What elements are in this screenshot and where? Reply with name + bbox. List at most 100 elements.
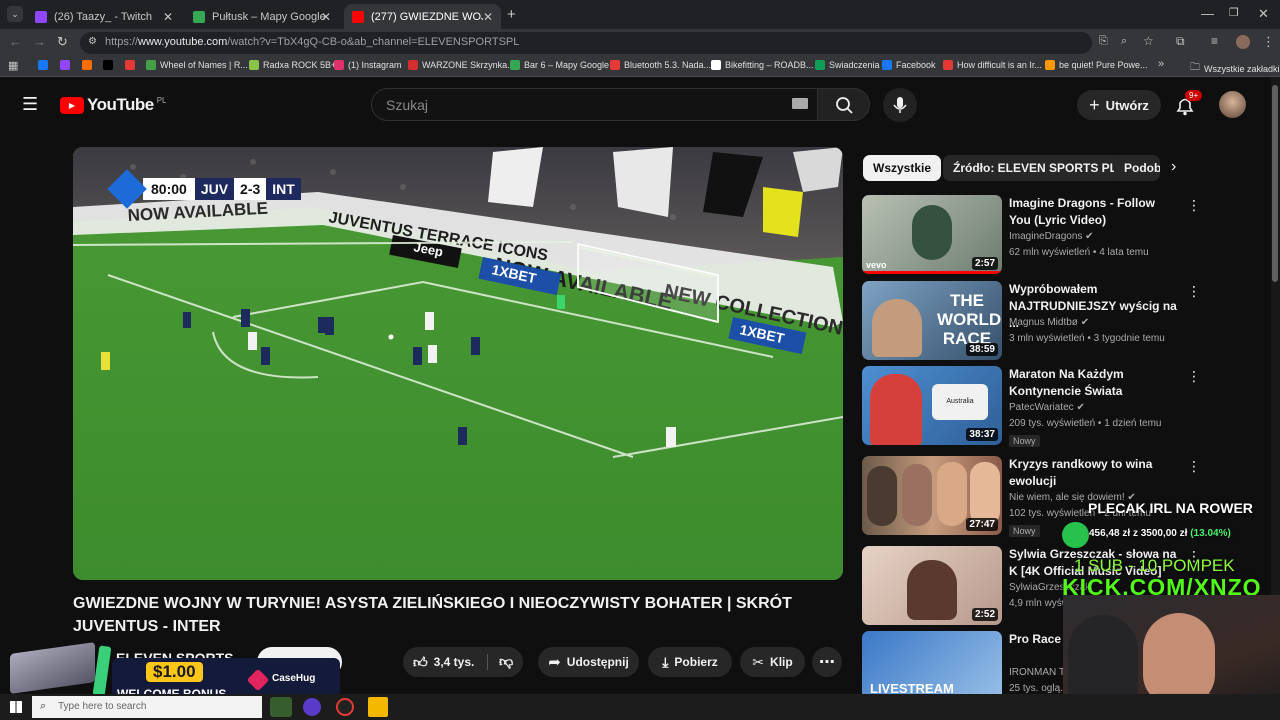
bookmark-label: Wheel of Names | R... (160, 60, 248, 70)
new-tab-icon[interactable]: + (507, 6, 516, 23)
more-bookmarks-icon[interactable]: » (1158, 58, 1164, 70)
bookmark-item[interactable]: Bluetooth 5.3. Nada... (610, 60, 711, 70)
tab-title: Pułtusk – Mapy Google (212, 10, 326, 23)
keyboard-icon[interactable] (792, 98, 808, 109)
create-button[interactable]: + Utwórz (1077, 90, 1161, 120)
kebab-menu-icon[interactable]: ⋮ (1187, 368, 1201, 385)
recommendation-item[interactable]: Australia 38:37 Maraton Na Każdym Kontyn… (862, 366, 1201, 447)
bookmark-star-icon[interactable]: ☆ (1143, 34, 1154, 48)
media-control-icon[interactable]: ≡ (1211, 34, 1218, 48)
install-app-icon[interactable]: ⎘ (1099, 35, 1108, 48)
like-icon[interactable]: 👍︎ (413, 654, 428, 671)
recommendation-title[interactable]: Kryzys randkowy to wina ewolucji (1009, 456, 1179, 490)
video-thumbnail[interactable]: THE WORLDS RACE 38:59 (862, 281, 1002, 360)
search-icon: ⌕ (40, 700, 47, 712)
voice-search-button[interactable] (883, 88, 917, 122)
minimize-icon[interactable]: — (1201, 6, 1214, 21)
app-taskbar-icon[interactable] (303, 698, 321, 716)
video-thumbnail[interactable]: Australia 38:37 (862, 366, 1002, 445)
bookmark-item[interactable] (38, 60, 52, 70)
dislike-icon[interactable]: 👎︎ (499, 653, 513, 670)
bookmark-item[interactable] (60, 60, 74, 70)
video-thumbnail[interactable]: LIVESTREAM (862, 631, 1002, 694)
clip-button[interactable]: ✂ Klip (740, 647, 805, 677)
notifications-button[interactable]: 9+ (1174, 90, 1203, 122)
bookmark-favicon-icon (125, 60, 135, 70)
close-window-icon[interactable]: ✕ (1258, 6, 1269, 22)
taskbar-search-input[interactable]: ⌕ Type here to search (32, 696, 262, 718)
search-input[interactable]: Szukaj (371, 88, 818, 121)
account-avatar[interactable] (1219, 91, 1246, 118)
chips-next-icon[interactable]: › (1171, 158, 1176, 176)
scoreboard: 80:00 JUV 2-3 INT (107, 169, 301, 209)
back-icon[interactable]: ← (9, 34, 22, 49)
share-button[interactable]: ➦ Udostępnij (538, 647, 639, 677)
bookmark-item[interactable] (103, 60, 117, 70)
video-thumbnail[interactable]: 27:47 (862, 456, 1002, 535)
recommendation-channel[interactable]: ImagineDragons ✔ (1009, 231, 1094, 242)
chip-label: Źródło: ELEVEN SPORTS PL (953, 161, 1118, 175)
recommendation-item[interactable]: THE WORLDS RACE 38:59 Wypróbowałem NAJTR… (862, 281, 1201, 361)
chip-source-channel[interactable]: Źródło: ELEVEN SPORTS PL (943, 155, 1128, 181)
download-button[interactable]: ⤓ Pobierz (648, 647, 732, 677)
chip-similar[interactable]: Podob (1114, 155, 1160, 181)
channel-text: ImagineDragons (1009, 231, 1083, 242)
menu-dots-icon[interactable]: ⋮ (1262, 34, 1275, 50)
bookmark-item[interactable]: Bikefitting – ROADB... (711, 60, 814, 70)
bookmark-item[interactable]: Wheel of Names | R... (146, 60, 248, 70)
video-thumbnail[interactable]: 2:52 (862, 546, 1002, 625)
bookmark-item[interactable]: be quiet! Pure Powe... (1045, 60, 1148, 70)
scrollbar-thumb[interactable] (1272, 85, 1278, 282)
kebab-menu-icon[interactable]: ⋮ (1187, 197, 1201, 214)
bookmark-item[interactable]: Swiadczenia (815, 60, 880, 70)
maximize-icon[interactable]: ❐ (1229, 6, 1239, 19)
clip-label: Klip (770, 655, 793, 669)
recommendation-title[interactable]: Imagine Dragons - Follow You (Lyric Vide… (1009, 195, 1179, 229)
bookmark-item[interactable]: How difficult is an Ir... (943, 60, 1042, 70)
obs-taskbar-icon[interactable] (336, 698, 354, 716)
recommendation-channel[interactable]: PatecWariatec ✔ (1009, 402, 1085, 413)
tab-close-icon[interactable]: ✕ (483, 10, 493, 24)
bookmark-item[interactable]: Facebook (882, 60, 936, 70)
tab-close-icon[interactable]: ✕ (163, 10, 173, 24)
bookmark-item[interactable] (125, 60, 139, 70)
bookmark-favicon-icon (408, 60, 418, 70)
all-bookmarks-folder[interactable]: 🗀 Wszystkie zakładki (1190, 60, 1280, 77)
tab-twitch[interactable]: (26) Taazy_ - Twitch ✕ (27, 4, 181, 29)
forward-icon[interactable]: → (33, 34, 46, 49)
site-info-icon[interactable]: ⚙ (88, 36, 97, 47)
bookmark-item[interactable] (82, 60, 96, 70)
kebab-menu-icon[interactable]: ⋮ (1187, 283, 1201, 300)
bookmark-item[interactable]: (1) Instagram (334, 60, 402, 70)
video-player[interactable]: NOW AVAILABLE JUVENTUS TERRACE ICONS NOW… (73, 147, 843, 580)
tab-search-icon[interactable]: ⌄ (7, 6, 23, 22)
tab-close-icon[interactable]: ✕ (321, 10, 331, 24)
recommendation-channel[interactable]: Magnus Midtbø ✔ (1009, 317, 1089, 328)
extensions-icon[interactable]: ⧉ (1176, 34, 1185, 49)
recommendation-title[interactable]: Maraton Na Każdym Kontynencie Świata (1009, 366, 1179, 400)
app-taskbar-icon[interactable] (368, 697, 388, 717)
windows-start-icon[interactable] (10, 701, 22, 713)
new-badge: Nowy (1009, 525, 1040, 537)
reload-icon[interactable]: ↻ (57, 34, 68, 50)
guide-menu-icon[interactable]: ☰ (22, 94, 38, 115)
profile-avatar-icon[interactable] (1236, 35, 1250, 49)
url-host: www.youtube.com (138, 36, 228, 48)
kebab-menu-icon[interactable]: ⋮ (1187, 458, 1201, 475)
recommendation-item[interactable]: vevo 2:57 Imagine Dragons - Follow You (… (862, 195, 1201, 275)
more-actions-button[interactable]: ⋯ (812, 647, 842, 677)
tab-google-maps[interactable]: Pułtusk – Mapy Google ✕ (185, 4, 339, 29)
video-thumbnail[interactable]: vevo 2:57 (862, 195, 1002, 274)
tab-youtube[interactable]: (277) GWIEZDNE WOJNY W ✕ (344, 4, 501, 29)
bookmark-item[interactable]: Radxa ROCK 5B+ (249, 60, 336, 70)
like-count[interactable]: 3,4 tys. (434, 655, 475, 669)
youtube-logo[interactable]: ▶ YouTube PL (60, 95, 167, 115)
search-button[interactable] (817, 88, 870, 121)
url-field[interactable]: ⚙ https://www.youtube.com/watch?v=TbX4gQ… (80, 32, 1092, 54)
chrome-taskbar-icon[interactable] (270, 697, 292, 717)
chip-all[interactable]: Wszystkie (863, 155, 942, 181)
apps-grid-icon[interactable]: ▦ (8, 59, 18, 72)
bookmark-item[interactable]: WARZONE Skrzynka... (408, 60, 515, 70)
bookmark-item[interactable]: Bar 6 – Mapy Google (510, 60, 609, 70)
zoom-icon[interactable]: ⌕ (1121, 35, 1127, 48)
